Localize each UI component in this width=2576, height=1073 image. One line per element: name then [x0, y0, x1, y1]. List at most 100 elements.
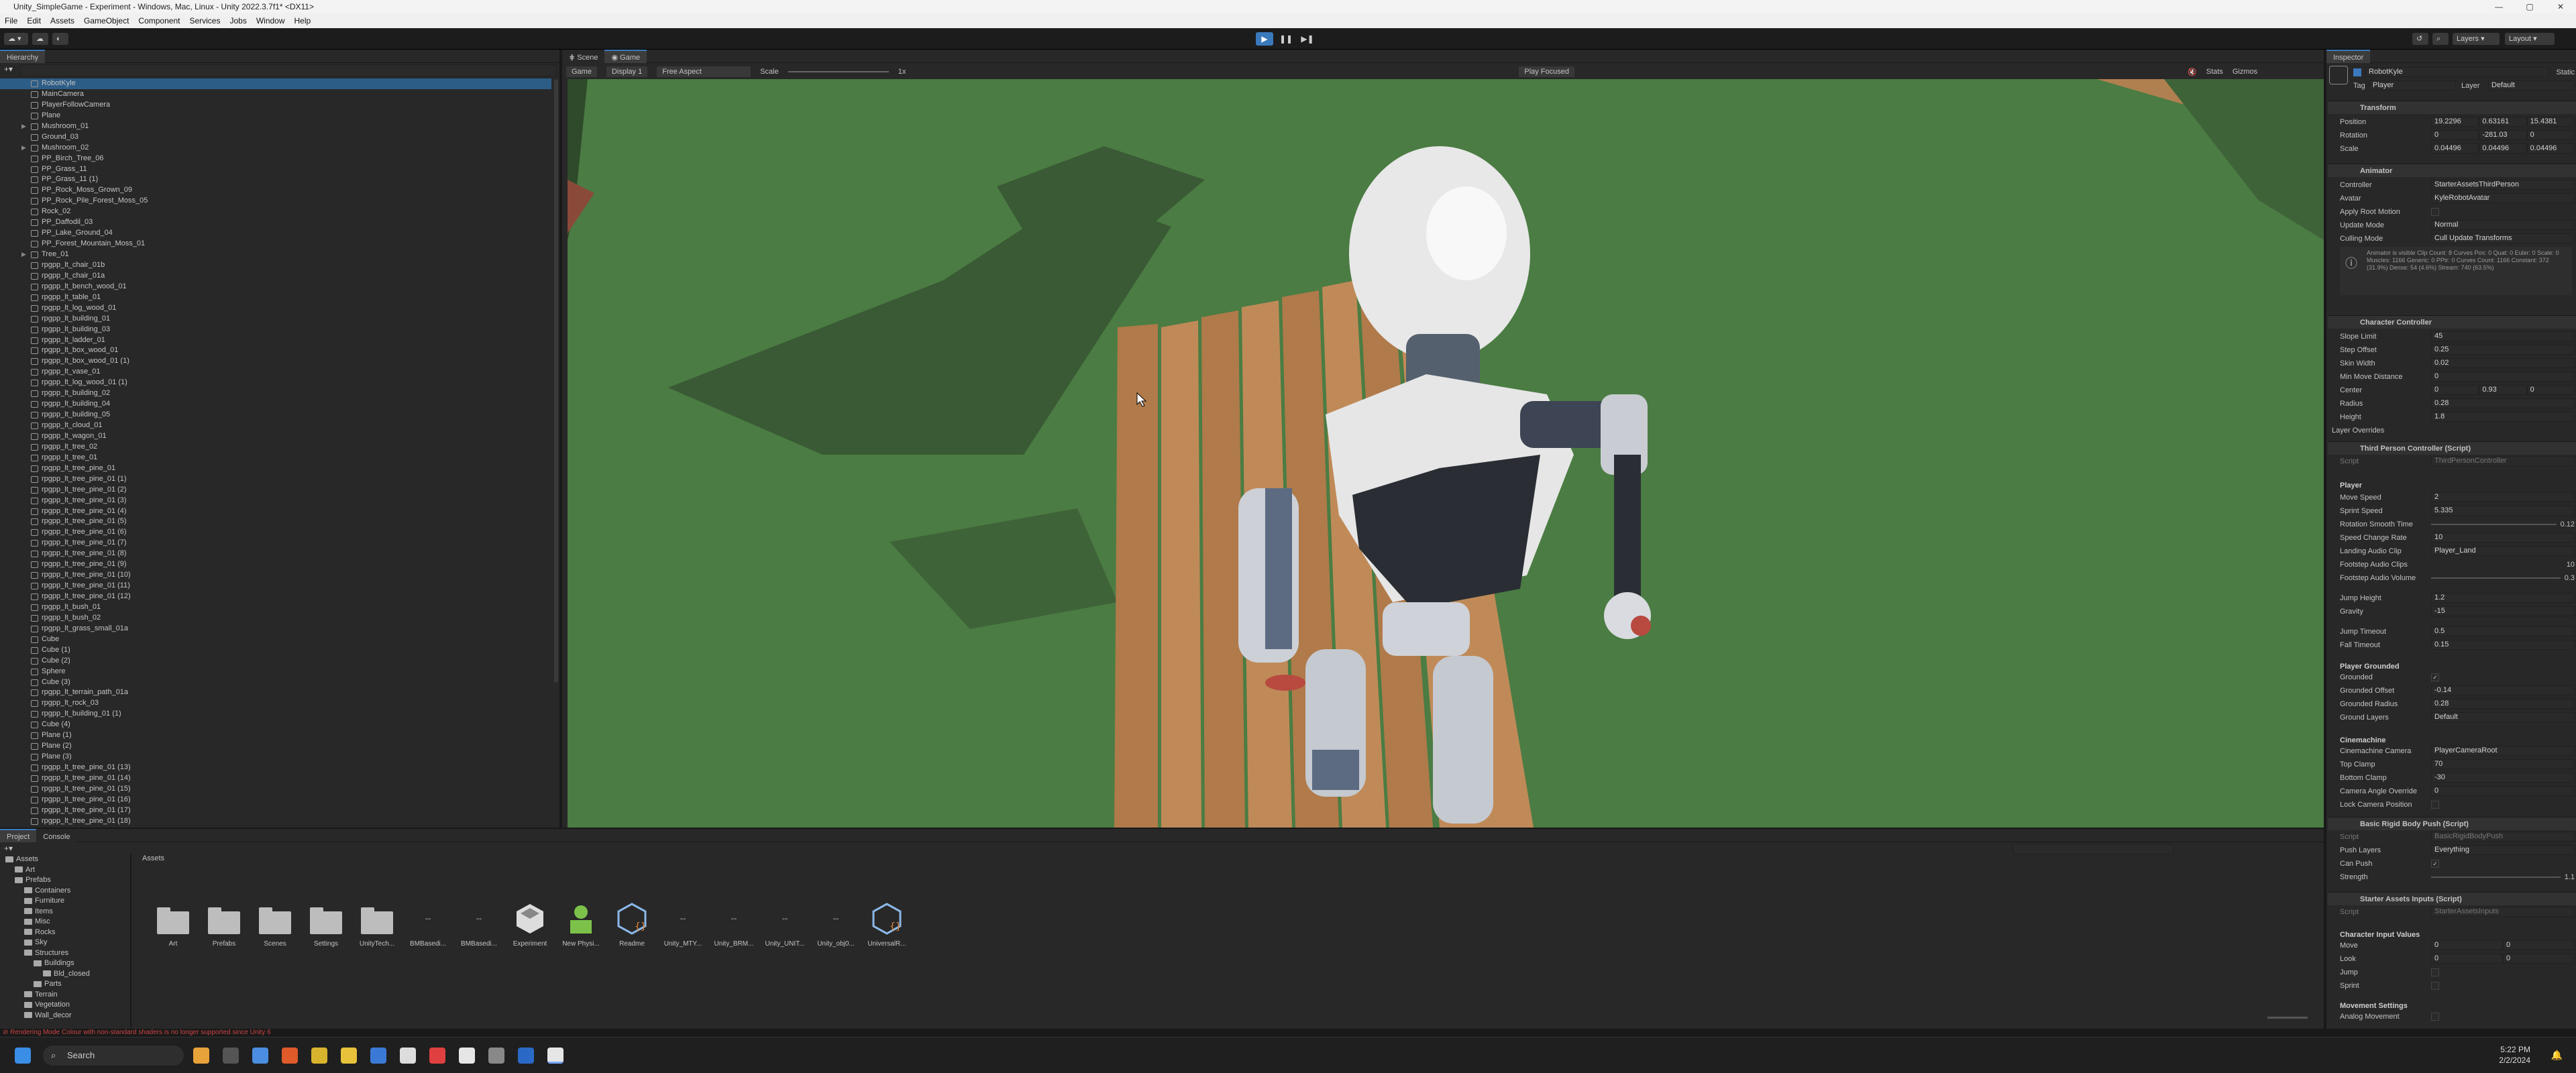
hierarchy-item[interactable]: PP_Rock_Pile_Forest_Moss_05: [0, 196, 551, 207]
hierarchy-item[interactable]: Cube (3): [0, 677, 551, 688]
grounded-radius-field[interactable]: 0.28: [2431, 699, 2575, 709]
chrome-icon[interactable]: [311, 1048, 327, 1064]
app-icon-6[interactable]: [488, 1048, 504, 1064]
menu-file[interactable]: File: [0, 16, 22, 25]
culling-dropdown[interactable]: Cull Update Transforms: [2431, 233, 2575, 243]
jump-timeout-field[interactable]: 0.5: [2431, 626, 2575, 636]
hierarchy-item[interactable]: PP_Forest_Mountain_Moss_01: [0, 239, 551, 249]
scale-slider[interactable]: [788, 71, 889, 72]
hierarchy-item[interactable]: rpgpp_lt_rock_03: [0, 698, 551, 709]
fold-arrow-icon[interactable]: ▶: [21, 249, 26, 260]
folder-tree-item[interactable]: Structures: [0, 948, 130, 959]
project-search-input[interactable]: [2012, 844, 2174, 854]
tab-game[interactable]: ◉ Game: [604, 49, 647, 63]
object-name-field[interactable]: RobotKyle: [2365, 67, 2550, 77]
hierarchy-item[interactable]: PP_Rock_Moss_Grown_09: [0, 185, 551, 196]
hierarchy-item[interactable]: rpgpp_lt_box_wood_01: [0, 345, 551, 356]
pause-button[interactable]: ❚❚: [1277, 32, 1295, 46]
fall-timeout-field[interactable]: 0.15: [2431, 640, 2575, 650]
project-add-icon[interactable]: +▾: [4, 844, 13, 853]
stats-button[interactable]: Stats: [2206, 68, 2223, 76]
hierarchy-item[interactable]: rpgpp_lt_bush_02: [0, 613, 551, 624]
character-controller-header[interactable]: Character Controller: [2328, 315, 2576, 329]
minmove-field[interactable]: 0: [2431, 372, 2575, 382]
hierarchy-item[interactable]: Cube (2): [0, 656, 551, 667]
asset-item[interactable]: Settings: [301, 901, 352, 948]
gizmos-button[interactable]: Gizmos: [2233, 68, 2257, 76]
mute-icon[interactable]: 🔇: [2188, 68, 2197, 76]
avatar-field[interactable]: KyleRobotAvatar: [2431, 193, 2575, 203]
hierarchy-item[interactable]: PP_Birch_Tree_06: [0, 154, 551, 164]
folder-tree-item[interactable]: Rocks: [0, 927, 130, 938]
hierarchy-item[interactable]: PP_Daffodil_03: [0, 217, 551, 228]
files-icon[interactable]: [341, 1048, 357, 1064]
hierarchy-item[interactable]: rpgpp_lt_tree_02: [0, 442, 551, 453]
close-button[interactable]: ✕: [2545, 0, 2576, 13]
hierarchy-item[interactable]: rpgpp_lt_chair_01b: [0, 260, 551, 271]
tag-dropdown[interactable]: Player: [2369, 80, 2456, 91]
unity-icon[interactable]: [459, 1048, 475, 1064]
hierarchy-item[interactable]: rpgpp_lt_tree_pine_01 (13): [0, 763, 551, 773]
clock[interactable]: 5:22 PM 2/2/2024: [2499, 1044, 2530, 1066]
search-icon[interactable]: ⌕: [2432, 33, 2449, 45]
input-move-x[interactable]: 0: [2431, 940, 2503, 950]
folder-tree-item[interactable]: Misc: [0, 917, 130, 927]
hierarchy-item[interactable]: rpgpp_lt_tree_pine_01 (7): [0, 538, 551, 549]
pos-z[interactable]: 15.4381: [2526, 117, 2575, 127]
push-layers-dropdown[interactable]: Everything: [2431, 845, 2575, 855]
hierarchy-item[interactable]: rpgpp_lt_tree_pine_01 (3): [0, 496, 551, 506]
hierarchy-item[interactable]: rpgpp_lt_tree_pine_01 (11): [0, 581, 551, 591]
hierarchy-item[interactable]: rpgpp_lt_building_01 (1): [0, 709, 551, 720]
app-icon-4[interactable]: [400, 1048, 416, 1064]
hierarchy-item[interactable]: rpgpp_lt_tree_pine_01 (6): [0, 527, 551, 538]
sprint-speed-field[interactable]: 5.335: [2431, 506, 2575, 516]
asset-item[interactable]: {} UniversalR...: [861, 901, 912, 948]
hierarchy-item[interactable]: rpgpp_lt_tree_pine_01 (14): [0, 773, 551, 784]
hierarchy-item[interactable]: Plane (3): [0, 752, 551, 763]
tab-hierarchy[interactable]: Hierarchy: [0, 49, 46, 63]
hierarchy-item[interactable]: rpgpp_lt_bench_wood_01: [0, 282, 551, 292]
app-icon-3[interactable]: [370, 1048, 386, 1064]
hierarchy-item[interactable]: rpgpp_lt_table_01: [0, 292, 551, 303]
asset-item[interactable]: Scenes: [250, 901, 301, 948]
hierarchy-item[interactable]: PlayerFollowCamera: [0, 100, 551, 111]
menu-help[interactable]: Help: [290, 16, 316, 25]
hierarchy-item[interactable]: rpgpp_lt_building_01: [0, 314, 551, 325]
hierarchy-item[interactable]: rpgpp_lt_log_wood_01 (1): [0, 378, 551, 388]
cloud-icon[interactable]: ☁: [32, 33, 48, 45]
asset-item[interactable]: Experiment: [504, 901, 555, 948]
game-view-dropdown[interactable]: Game: [566, 66, 597, 77]
menu-assets[interactable]: Assets: [46, 16, 79, 25]
hierarchy-item[interactable]: rpgpp_lt_building_03: [0, 325, 551, 335]
hierarchy-item[interactable]: rpgpp_lt_tree_01: [0, 453, 551, 463]
hierarchy-item[interactable]: PP_Grass_11 (1): [0, 174, 551, 185]
hierarchy-item[interactable]: Plane (2): [0, 741, 551, 752]
taskbar-search[interactable]: ⌕ Search: [43, 1046, 184, 1066]
footstep-clips-count[interactable]: 10: [2431, 561, 2575, 569]
folder-tree-item[interactable]: Vegetation: [0, 1000, 130, 1011]
play-mode-dropdown[interactable]: Play Focused: [1519, 66, 1575, 77]
hierarchy-item[interactable]: Cube (1): [0, 645, 551, 656]
folder-tree-item[interactable]: Art: [0, 865, 130, 876]
hierarchy-item[interactable]: rpgpp_lt_building_04: [0, 399, 551, 410]
footstep-volume-value[interactable]: 0.3: [2565, 574, 2575, 582]
hierarchy-item[interactable]: rpgpp_lt_tree_pine_01 (12): [0, 591, 551, 602]
menu-gameobject[interactable]: GameObject: [79, 16, 133, 25]
folder-tree-item[interactable]: Buildings: [0, 958, 130, 969]
hierarchy-item[interactable]: rpgpp_lt_cloud_01: [0, 420, 551, 431]
hierarchy-item[interactable]: PP_Grass_11: [0, 164, 551, 175]
layer-dropdown[interactable]: Default: [2488, 80, 2575, 91]
hierarchy-item[interactable]: Cube (4): [0, 720, 551, 730]
fold-arrow-icon[interactable]: ▶: [21, 121, 26, 132]
jump-height-field[interactable]: 1.2: [2431, 593, 2575, 603]
folder-tree-item[interactable]: Wall_decor: [0, 1011, 130, 1021]
folder-tree-item[interactable]: Prefabs: [0, 875, 130, 886]
rot-z[interactable]: 0: [2526, 130, 2575, 140]
hierarchy-item[interactable]: ▶ Mushroom_02: [0, 143, 551, 154]
update-dropdown[interactable]: Normal: [2431, 220, 2575, 230]
hierarchy-item[interactable]: rpgpp_lt_grass_small_01a: [0, 624, 551, 634]
hierarchy-search-input[interactable]: [20, 64, 557, 76]
settings-icon[interactable]: [252, 1048, 268, 1064]
input-look-y[interactable]: 0: [2503, 954, 2575, 964]
folder-tree-item[interactable]: Assets: [0, 854, 130, 865]
